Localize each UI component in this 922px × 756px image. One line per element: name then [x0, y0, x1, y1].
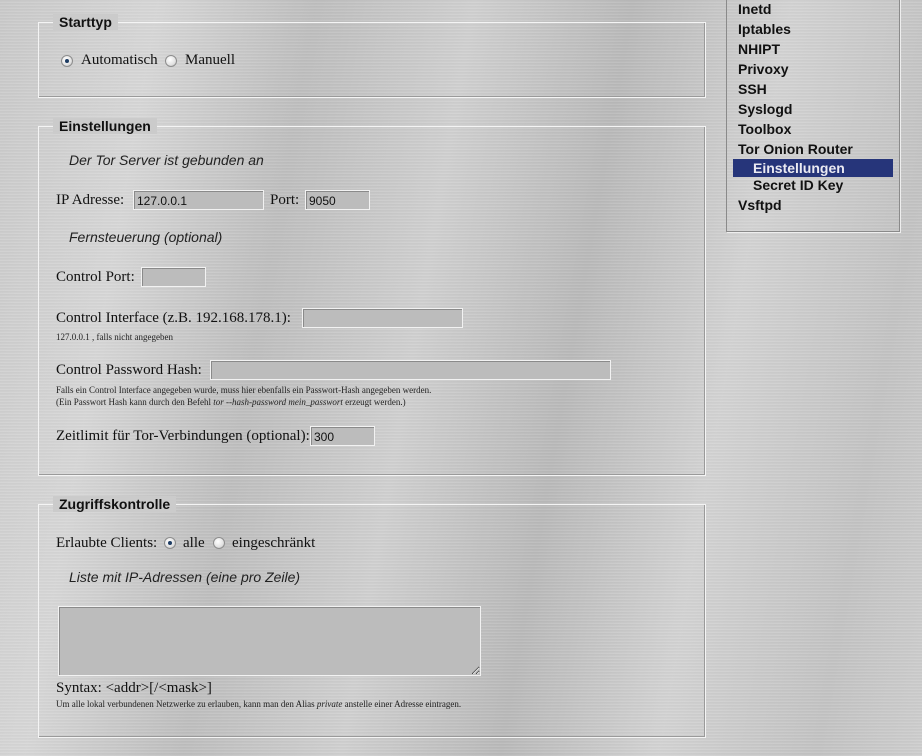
sidebar-item-iptables[interactable]: Iptables [738, 21, 791, 37]
password-hash-label: Control Password Hash: [56, 362, 202, 378]
control-port-input[interactable] [141, 267, 206, 287]
port-label: Port: [270, 192, 300, 208]
sidebar-nav: Inetd Iptables NHIPT Privoxy SSH Syslogd… [726, 0, 900, 232]
port-input[interactable]: 9050 [305, 190, 370, 210]
alias-hint-private: private [316, 699, 343, 709]
sidebar-item-ssh[interactable]: SSH [738, 81, 767, 97]
radio-manuell-label[interactable]: Manuell [185, 52, 235, 69]
sidebar-item-toolbox[interactable]: Toolbox [738, 121, 791, 137]
sidebar-item-vsftpd[interactable]: Vsftpd [738, 197, 782, 213]
radio-alle[interactable] [164, 537, 176, 549]
remote-heading: Fernsteuerung (optional) [69, 229, 223, 245]
radio-automatisch[interactable] [61, 55, 73, 67]
radio-eingeschraenkt-label[interactable]: eingeschränkt [232, 535, 315, 552]
clients-label: Erlaubte Clients: [56, 535, 158, 551]
alias-hint-pre: Um alle lokal verbundenen Netzwerke zu e… [56, 699, 317, 709]
zugriff-legend: Zugriffskontrolle [53, 496, 177, 512]
control-interface-input[interactable] [302, 308, 463, 328]
ip-label: IP Adresse: [56, 192, 125, 208]
starttyp-fieldset: Starttyp Automatisch Manuell [38, 14, 706, 98]
sidebar-item-einstellungen[interactable]: Einstellungen [733, 159, 893, 177]
radio-eingeschraenkt[interactable] [213, 537, 225, 549]
alias-hint-post: anstelle einer Adresse eintragen. [342, 699, 462, 709]
sidebar-item-tor[interactable]: Tor Onion Router [738, 141, 853, 157]
sidebar-item-nhipt[interactable]: NHIPT [738, 41, 780, 57]
hash-hint-2-cmd: tor --hash-password mein_passwort [213, 397, 343, 407]
bound-heading: Der Tor Server ist gebunden an [69, 152, 264, 168]
hash-hint-1: Falls ein Control Interface angegeben wu… [56, 385, 432, 395]
sidebar-item-privoxy[interactable]: Privoxy [738, 61, 789, 77]
syntax-text: Syntax: <addr>[/<mask>] [56, 680, 212, 696]
list-heading: Liste mit IP-Adressen (eine pro Zeile) [69, 569, 301, 585]
control-interface-hint: 127.0.0.1 , falls nicht angegeben [56, 332, 173, 342]
sidebar-item-syslogd[interactable]: Syslogd [738, 101, 792, 117]
hash-hint-2-post: erzeugt werden.) [342, 397, 406, 407]
sidebar-item-secret-id-key[interactable]: Secret ID Key [753, 177, 843, 193]
einstellungen-legend: Einstellungen [53, 118, 157, 134]
hash-hint-2-pre: (Ein Passwort Hash kann durch den Befehl [56, 397, 214, 407]
alias-hint: Um alle lokal verbundenen Netzwerke zu e… [56, 699, 461, 709]
ip-input[interactable]: 127.0.0.1 [133, 190, 264, 210]
timeout-label: Zeitlimit für Tor-Verbindungen (optional… [56, 428, 310, 444]
hash-hint-2: (Ein Passwort Hash kann durch den Befehl… [56, 397, 406, 407]
ip-list-textarea[interactable] [58, 606, 481, 676]
password-hash-input[interactable] [210, 360, 611, 380]
timeout-input[interactable]: 300 [310, 426, 375, 446]
control-interface-label: Control Interface (z.B. 192.168.178.1): [56, 310, 291, 326]
radio-alle-label[interactable]: alle [183, 535, 205, 552]
sidebar-item-inetd[interactable]: Inetd [738, 1, 771, 17]
control-port-label: Control Port: [56, 269, 135, 285]
radio-manuell[interactable] [165, 55, 177, 67]
starttyp-legend: Starttyp [53, 14, 118, 30]
einstellungen-fieldset: Einstellungen Der Tor Server ist gebunde… [38, 118, 706, 476]
radio-automatisch-label[interactable]: Automatisch [81, 52, 158, 69]
zugriff-fieldset: Zugriffskontrolle Erlaubte Clients: alle… [38, 496, 706, 738]
